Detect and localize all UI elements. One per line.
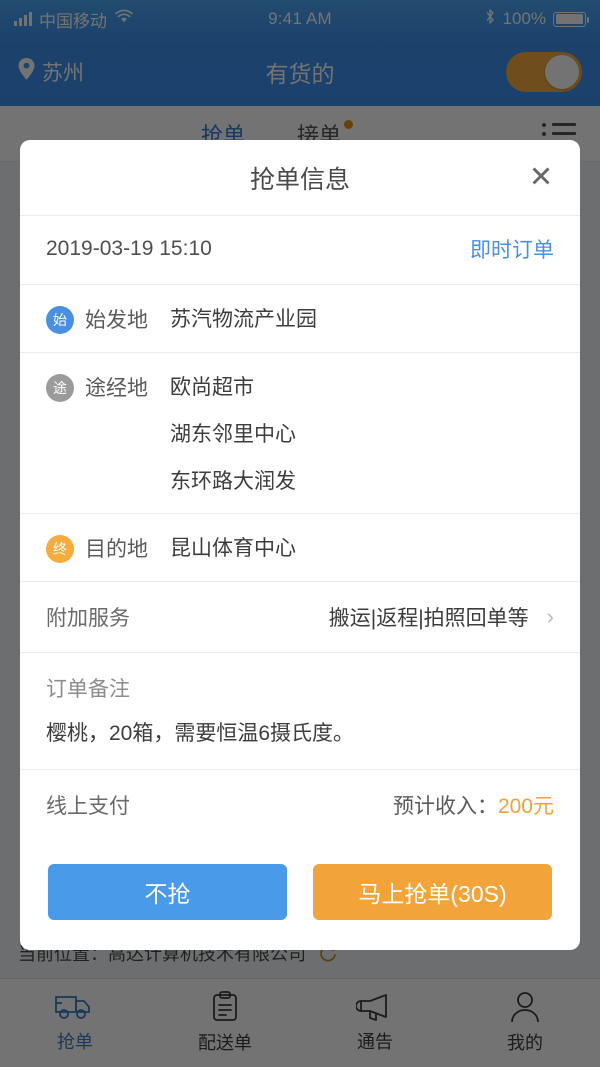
order-type-link[interactable]: 即时订单 bbox=[470, 234, 554, 264]
order-time: 2019-03-19 15:10 bbox=[46, 237, 212, 260]
order-remark-label: 订单备注 bbox=[46, 678, 130, 701]
origin-value: 苏汽物流产业园 bbox=[170, 308, 317, 331]
chevron-right-icon: › bbox=[546, 604, 554, 629]
destination-label: 目的地 bbox=[85, 538, 148, 561]
dialog-title: 抢单信息 bbox=[249, 165, 350, 194]
origin-badge-icon: 始 bbox=[46, 306, 74, 334]
extra-service-value: 搬运|返程|拍照回单等 bbox=[328, 607, 529, 630]
origin-values: 苏汽物流产业园 bbox=[170, 303, 317, 333]
order-remark-row: 订单备注 樱桃，20箱，需要恒温6摄氏度。 bbox=[20, 653, 580, 770]
payment-method-label: 线上支付 bbox=[46, 795, 130, 818]
waypoint-badge-icon: 途 bbox=[46, 374, 74, 402]
decline-button[interactable]: 不抢 bbox=[48, 864, 287, 920]
close-icon[interactable]: ✕ bbox=[524, 163, 558, 192]
extra-service-label: 附加服务 bbox=[46, 607, 130, 630]
waypoint-value: 东环路大润发 bbox=[170, 470, 296, 493]
dialog-actions: 不抢 马上抢单(30S) bbox=[20, 840, 580, 950]
expected-income: 预计收入：200元 bbox=[393, 790, 554, 820]
origin-row: 始 始发地 苏汽物流产业园 bbox=[20, 285, 580, 353]
waypoint-value: 湖东邻里中心 bbox=[170, 423, 296, 446]
waypoints-row: 途 途经地 欧尚超市 湖东邻里中心 东环路大润发 bbox=[20, 353, 580, 514]
order-meta-row: 2019-03-19 15:10 即时订单 bbox=[20, 216, 580, 285]
phone-screen: 中国移动 9:41 AM 100% 苏州 有货的 bbox=[0, 0, 600, 1067]
expected-income-label: 预计收入： bbox=[392, 795, 498, 818]
order-remark-text: 樱桃，20箱，需要恒温6摄氏度。 bbox=[46, 722, 355, 745]
extra-service-row[interactable]: 附加服务 搬运|返程|拍照回单等 › bbox=[20, 582, 580, 653]
destination-row: 终 目的地 昆山体育中心 bbox=[20, 514, 580, 582]
accept-order-button[interactable]: 马上抢单(30S) bbox=[313, 864, 552, 920]
grab-order-dialog: 抢单信息 ✕ 2019-03-19 15:10 即时订单 始 始发地 苏汽物流产… bbox=[20, 140, 580, 950]
destination-value: 昆山体育中心 bbox=[170, 537, 296, 560]
destination-badge-icon: 终 bbox=[46, 535, 74, 563]
waypoint-value: 欧尚超市 bbox=[170, 376, 254, 399]
waypoints-label: 途经地 bbox=[85, 377, 148, 400]
destination-values: 昆山体育中心 bbox=[170, 532, 296, 562]
waypoint-values: 欧尚超市 湖东邻里中心 东环路大润发 bbox=[170, 371, 296, 495]
origin-label: 始发地 bbox=[85, 309, 148, 332]
dialog-header: 抢单信息 ✕ bbox=[20, 140, 580, 216]
payment-row: 线上支付 预计收入：200元 bbox=[20, 770, 580, 840]
expected-income-value: 200元 bbox=[497, 795, 554, 818]
